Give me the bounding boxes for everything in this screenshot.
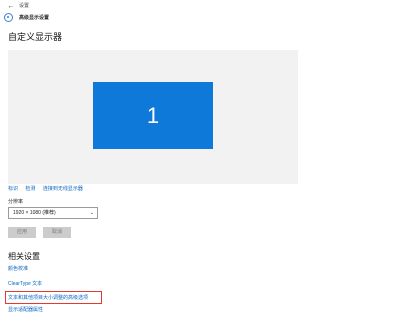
identify-link[interactable]: 标识	[8, 186, 18, 192]
related-settings-title: 相关设置	[8, 252, 40, 261]
monitor-tile[interactable]: 1	[93, 82, 213, 149]
cancel-button[interactable]: 取消	[43, 227, 71, 238]
display-links: 标识 检测 连接到无线显示器	[8, 186, 89, 193]
title-bar: ← 设置 高级显示设置	[0, 0, 400, 28]
back-arrow-icon[interactable]: ←	[5, 2, 17, 11]
display-arrangement-area: 1	[8, 50, 298, 184]
display-adapter-properties-link[interactable]: 显示适配器属性	[8, 307, 43, 314]
gear-icon	[4, 13, 13, 22]
resolution-dropdown[interactable]: 1920 × 1080 (推荐) ⌄	[8, 207, 98, 219]
resolution-label: 分辨率	[8, 199, 24, 205]
chevron-down-icon: ⌄	[89, 210, 94, 216]
breadcrumb: 高级显示设置	[19, 15, 50, 21]
apply-button[interactable]: 应用	[8, 227, 36, 238]
highlight-box	[5, 291, 102, 304]
color-calibration-link[interactable]: 颜色校准	[8, 266, 28, 273]
connect-wireless-display-link[interactable]: 连接到无线显示器	[43, 186, 83, 192]
app-title: 设置	[19, 3, 30, 9]
page-title: 自定义显示器	[8, 32, 63, 42]
detect-link[interactable]: 检测	[25, 186, 35, 192]
cleartype-text-link[interactable]: ClearType 文本	[8, 281, 42, 288]
resolution-value: 1920 × 1080 (推荐)	[13, 210, 56, 216]
monitor-number: 1	[146, 103, 160, 128]
